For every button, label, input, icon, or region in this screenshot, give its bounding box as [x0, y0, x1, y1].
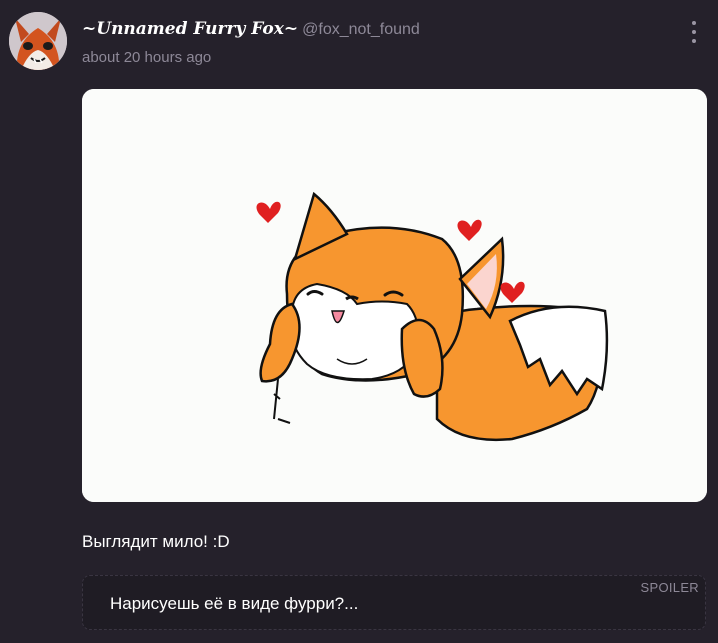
author-name[interactable]: ~Unnamed Furry Fox~ @fox_not_found	[82, 19, 420, 39]
author-handle[interactable]: @fox_not_found	[302, 21, 420, 38]
spoiler-label: SPOILER	[640, 580, 699, 595]
fox-avatar-icon	[9, 12, 67, 70]
more-options-button[interactable]	[684, 21, 704, 43]
author-display-name[interactable]: ~Unnamed Furry Fox~	[82, 19, 298, 39]
post-timestamp[interactable]: about 20 hours ago	[82, 49, 211, 66]
author-avatar[interactable]	[9, 12, 67, 70]
post-card: ~Unnamed Furry Fox~ @fox_not_found about …	[0, 0, 718, 643]
spoiler-text: Нарисуешь её в виде фурри?...	[110, 594, 359, 613]
vertical-ellipsis-icon-dot	[692, 30, 696, 34]
fox-drawing-image	[82, 89, 707, 502]
vertical-ellipsis-icon	[692, 21, 696, 25]
vertical-ellipsis-icon-dot	[692, 39, 696, 43]
spoiler-block[interactable]: SPOILER Нарисуешь её в виде фурри?...	[82, 575, 706, 630]
post-caption: Выглядит мило! :D	[82, 532, 230, 551]
post-image[interactable]	[82, 89, 707, 502]
